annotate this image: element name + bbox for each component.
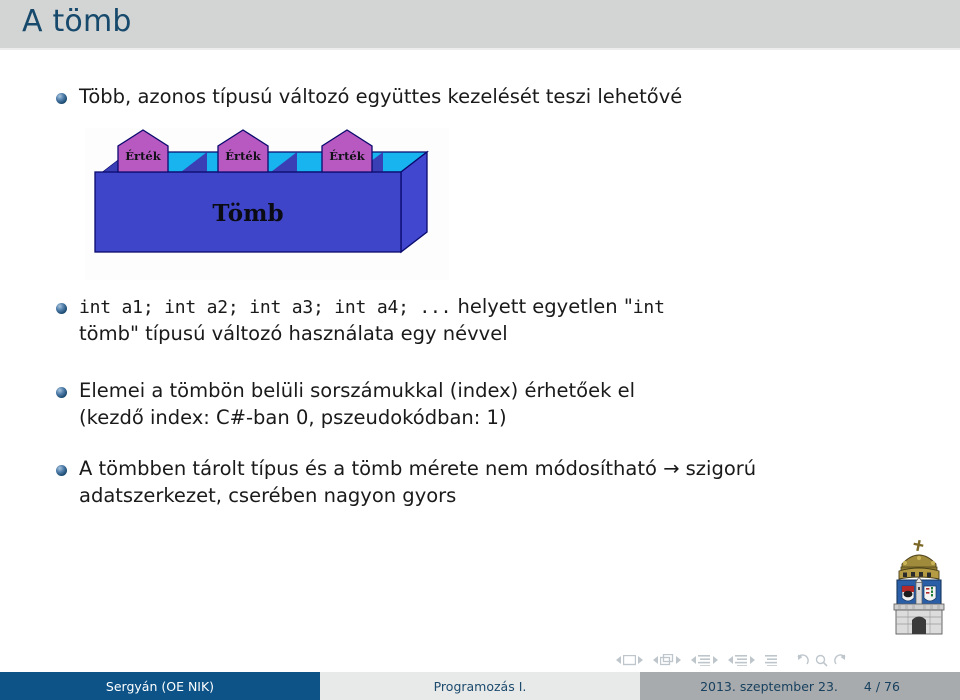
bullet-4-line-2: adatszerkezet, cserében nagyon gyors	[79, 483, 457, 507]
crown-cross-icon	[913, 539, 924, 552]
footer-meta: 2013. szeptember 23. 4 / 76	[640, 672, 960, 700]
footer-date: 2013. szeptember 23.	[700, 678, 838, 694]
section-icon[interactable]	[735, 654, 748, 666]
bullet-3-text: Elemei a tömbön belüli sorszámukkal (ind…	[79, 378, 635, 431]
slide-nav-group[interactable]	[653, 653, 681, 666]
frame-icon[interactable]	[622, 654, 637, 666]
footer-subject: Programozás I.	[320, 672, 640, 700]
bullet-2-code-2: int	[632, 297, 665, 318]
next-slide-icon[interactable]	[676, 656, 681, 664]
forward-icon[interactable]	[834, 654, 848, 666]
bullet-2-code-1: int a1; int a2; int a3; int a4; ...	[79, 297, 452, 318]
bullet-item-2: int a1; int a2; int a3; int a4; ... hely…	[56, 294, 936, 347]
prev-slide-icon[interactable]	[653, 656, 658, 664]
subsection-nav-group[interactable]	[691, 654, 718, 666]
bullet-dot-icon	[56, 465, 67, 476]
prev-section-icon[interactable]	[728, 656, 733, 664]
page-title: A tömb	[22, 4, 132, 39]
beamer-navigation-bar[interactable]	[616, 652, 936, 668]
value-label-2: Érték	[225, 149, 261, 163]
prev-frame-icon[interactable]	[616, 656, 621, 664]
slide-content: Több, azonos típusú változó együttes kez…	[0, 50, 960, 670]
next-subsection-icon[interactable]	[713, 656, 718, 664]
bullet-item-1: Több, azonos típusú változó együttes kez…	[56, 84, 916, 111]
prev-subsection-icon[interactable]	[691, 656, 696, 664]
box-label: Tömb	[212, 200, 283, 227]
bullet-2-text: int a1; int a2; int a3; int a4; ... hely…	[79, 294, 665, 347]
bullet-2-line-2: tömb" típusú változó használata egy névv…	[79, 321, 508, 345]
castle-gate-icon	[893, 603, 945, 635]
bullet-1-text: Több, azonos típusú változó együttes kez…	[79, 85, 683, 108]
bullet-3-line-2: (kezdő index: C#-ban 0, pszeudokódban: 1…	[79, 405, 507, 429]
slide-header	[0, 0, 960, 48]
next-frame-icon[interactable]	[638, 656, 643, 664]
slide-icon[interactable]	[659, 653, 674, 666]
footer-author: Sergyán (OE NIK)	[0, 672, 320, 700]
array-diagram-svg: Tömb Érték Érték Érték	[94, 129, 429, 254]
coat-of-arms-svg	[893, 539, 945, 635]
bullet-dot-icon	[56, 387, 67, 398]
search-icon[interactable]	[815, 654, 828, 667]
bullet-4-line-1: A tömbben tárolt típus és a tömb mérete …	[79, 457, 757, 480]
bullet-2-mid: helyett egyetlen "	[451, 295, 633, 318]
bullet-item-4: A tömbben tárolt típus és a tömb mérete …	[56, 456, 936, 509]
frame-nav-group[interactable]	[616, 654, 643, 666]
back-icon[interactable]	[795, 654, 809, 666]
next-section-icon[interactable]	[750, 656, 755, 664]
crown-icon	[898, 554, 940, 580]
value-label-1: Érték	[125, 149, 161, 163]
footer-page-number: 4 / 76	[863, 678, 900, 694]
bullet-item-3: Elemei a tömbön belüli sorszámukkal (ind…	[56, 378, 936, 431]
bullet-3-line-1: Elemei a tömbön belüli sorszámukkal (ind…	[79, 379, 635, 402]
bullet-dot-icon	[56, 303, 67, 314]
array-diagram: Tömb Érték Érték Érték	[85, 128, 449, 280]
slide-footer: Sergyán (OE NIK) Programozás I. 2013. sz…	[0, 672, 960, 700]
toc-icon[interactable]	[765, 654, 778, 666]
bullet-4-text: A tömbben tárolt típus és a tömb mérete …	[79, 456, 756, 509]
value-label-3: Érték	[329, 149, 365, 163]
section-nav-group[interactable]	[728, 654, 755, 666]
bullet-dot-icon	[56, 93, 67, 104]
subsection-icon[interactable]	[698, 654, 711, 666]
obuda-university-coat-of-arms	[888, 538, 950, 638]
